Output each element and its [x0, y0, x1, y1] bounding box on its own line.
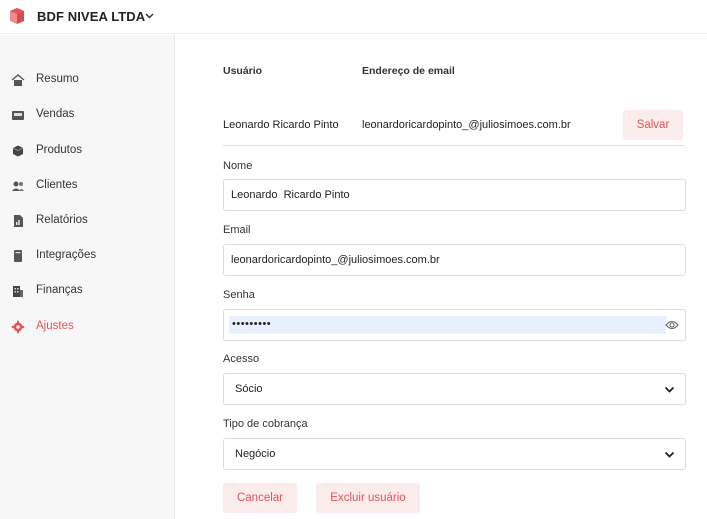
- sidebar-item-label: Vendas: [36, 108, 75, 120]
- chevron-down-icon: [664, 386, 675, 393]
- sidebar-item-label: Relatórios: [36, 214, 88, 226]
- cancel-button[interactable]: Cancelar: [223, 483, 297, 513]
- access-select[interactable]: Sócio: [223, 373, 686, 405]
- chevron-down-icon: [664, 451, 675, 458]
- sidebar-item-label: Finanças: [36, 284, 83, 296]
- company-name[interactable]: BDF NIVEA LTDA: [37, 9, 145, 24]
- users-icon: [12, 181, 24, 191]
- cube-icon: [12, 145, 24, 157]
- access-label: Acesso: [223, 353, 260, 365]
- user-email-cell: leonardoricardopinto_@juliosimoes.com.br: [362, 119, 571, 131]
- name-field[interactable]: Leonardo Ricardo Pinto: [223, 179, 686, 211]
- column-header-email: Endereço de email: [362, 65, 455, 77]
- sidebar-item-ajustes[interactable]: Ajustes: [0, 312, 174, 342]
- divider: [223, 145, 685, 146]
- sidebar-item-relatorios[interactable]: Relatórios: [0, 206, 174, 236]
- eye-icon[interactable]: [665, 319, 679, 331]
- main-content: Usuário Endereço de email Leonardo Ricar…: [176, 35, 707, 519]
- password-field[interactable]: •••••••••: [223, 309, 686, 341]
- sidebar-item-clientes[interactable]: Clientes: [0, 171, 174, 201]
- sidebar-item-label: Ajustes: [36, 320, 74, 332]
- name-label: Nome: [223, 160, 253, 172]
- billing-type-value: Negócio: [235, 448, 276, 460]
- home-icon: [11, 74, 25, 86]
- sidebar-item-vendas[interactable]: Vendas: [0, 100, 174, 130]
- cash-register-icon: [12, 111, 24, 120]
- password-value: •••••••••: [232, 318, 272, 330]
- sidebar-item-label: Produtos: [36, 144, 83, 156]
- user-name-cell: Leonardo Ricardo Pinto: [223, 119, 339, 131]
- book-icon: [14, 250, 22, 262]
- column-header-user: Usuário: [223, 65, 263, 77]
- access-value: Sócio: [235, 383, 263, 395]
- sidebar-item-label: Clientes: [36, 179, 78, 191]
- email-label: Email: [223, 224, 251, 236]
- sidebar-item-label: Integrações: [36, 249, 97, 261]
- password-label: Senha: [223, 289, 255, 301]
- email-field[interactable]: leonardoricardopinto_@juliosimoes.com.br: [223, 244, 686, 276]
- billing-type-select[interactable]: Negócio: [223, 438, 686, 470]
- top-bar: BDF NIVEA LTDA: [0, 0, 707, 34]
- email-value: leonardoricardopinto_@juliosimoes.com.br: [231, 254, 440, 266]
- sidebar-item-resumo[interactable]: Resumo: [0, 65, 174, 95]
- sidebar-item-financas[interactable]: Finanças: [0, 276, 174, 306]
- delete-user-button[interactable]: Excluir usuário: [316, 483, 420, 513]
- sidebar: Resumo Vendas Produtos Clientes Relatóri…: [0, 35, 175, 519]
- sidebar-item-label: Resumo: [36, 73, 79, 85]
- building-icon: [13, 286, 23, 297]
- box-logo-icon: [10, 8, 24, 24]
- save-button[interactable]: Salvar: [623, 110, 683, 140]
- sidebar-item-integracoes[interactable]: Integrações: [0, 241, 174, 271]
- name-value: Leonardo Ricardo Pinto: [231, 189, 350, 201]
- sidebar-item-produtos[interactable]: Produtos: [0, 136, 174, 166]
- autofill-highlight: •••••••••: [229, 316, 666, 334]
- file-chart-icon: [14, 215, 23, 227]
- billing-type-label: Tipo de cobrança: [223, 418, 308, 430]
- chevron-down-icon[interactable]: [144, 10, 155, 21]
- gear-icon: [11, 320, 25, 334]
